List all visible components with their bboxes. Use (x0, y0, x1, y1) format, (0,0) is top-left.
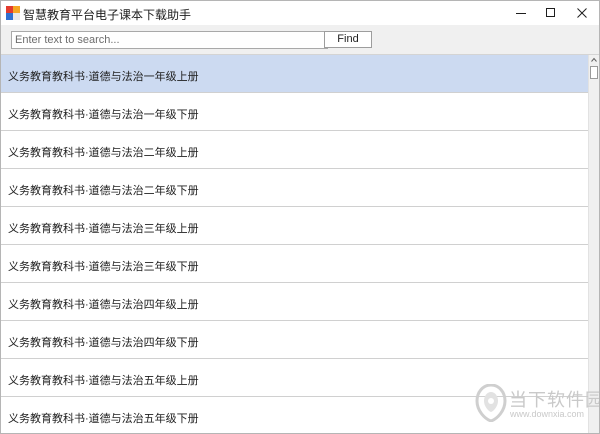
list-item-label: 义务教育教科书·道德与法治三年级下册 (8, 261, 199, 273)
list-item-label: 义务教育教科书·道德与法治一年级下册 (8, 109, 199, 121)
minimize-icon (516, 13, 526, 14)
list-item-label: 义务教育教科书·道德与法治五年级上册 (8, 375, 199, 387)
list-item-label: 义务教育教科书·道德与法治二年级下册 (8, 185, 199, 197)
title-bar[interactable]: 智慧教育平台电子课本下载助手 (1, 1, 599, 25)
list-item[interactable]: 义务教育教科书·道德与法治四年级上册 (1, 283, 588, 321)
list-item[interactable]: 义务教育教科书·道德与法治二年级下册 (1, 169, 588, 207)
watermark: 当下软件园 www.downxia.com (473, 384, 599, 428)
list-item[interactable]: 义务教育教科书·道德与法治三年级下册 (1, 245, 588, 283)
list-item[interactable]: 义务教育教科书·道德与法治一年级上册 (1, 55, 588, 93)
close-button[interactable] (564, 1, 599, 25)
list-item[interactable]: 义务教育教科书·道德与法治一年级下册 (1, 93, 588, 131)
list-item-label: 义务教育教科书·道德与法治一年级上册 (8, 71, 199, 83)
scrollbar-thumb[interactable] (590, 66, 598, 79)
list-item-label: 义务教育教科书·道德与法治二年级上册 (8, 147, 199, 159)
scroll-up-arrow-icon[interactable] (589, 55, 599, 65)
search-input[interactable] (11, 31, 328, 49)
vertical-scrollbar[interactable] (588, 55, 599, 433)
list-item-label: 义务教育教科书·道德与法治四年级上册 (8, 299, 199, 311)
watermark-logo-icon (475, 384, 507, 422)
app-window: 智慧教育平台电子课本下载助手 Find 义务教育教科书·道德与法治一年级上册 义… (0, 0, 600, 434)
list-item[interactable]: 义务教育教科书·道德与法治二年级上册 (1, 131, 588, 169)
find-button[interactable]: Find (324, 31, 372, 48)
list-item-label: 义务教育教科书·道德与法治三年级上册 (8, 223, 199, 235)
close-icon (577, 8, 587, 18)
list-item[interactable]: 义务教育教科书·道德与法治三年级上册 (1, 207, 588, 245)
book-list[interactable]: 义务教育教科书·道德与法治一年级上册 义务教育教科书·道德与法治一年级下册 义务… (1, 55, 588, 433)
window-title: 智慧教育平台电子课本下载助手 (23, 8, 192, 22)
app-logo-icon (6, 6, 20, 20)
watermark-url: www.downxia.com (510, 409, 585, 419)
list-item[interactable]: 义务教育教科书·道德与法治四年级下册 (1, 321, 588, 359)
list-item-label: 义务教育教科书·道德与法治五年级下册 (8, 413, 199, 425)
search-toolbar: Find (1, 25, 599, 55)
maximize-icon (546, 8, 555, 17)
list-item-label: 义务教育教科书·道德与法治四年级下册 (8, 337, 199, 349)
